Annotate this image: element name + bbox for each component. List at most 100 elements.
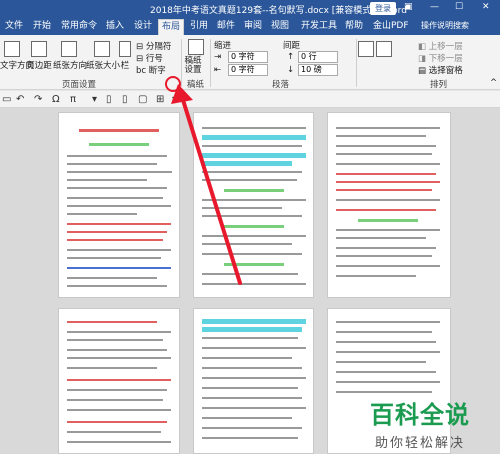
text-line — [67, 163, 157, 165]
text-line — [336, 391, 432, 393]
text-line — [89, 143, 149, 146]
ribbon-display-icon[interactable]: ▣ — [404, 2, 413, 12]
tab-references[interactable]: 引用 — [187, 19, 211, 35]
tab-help[interactable]: 帮助 — [342, 19, 366, 35]
size-button[interactable]: 纸张大小 — [86, 41, 120, 71]
space-after-input[interactable]: 10 磅 — [298, 64, 338, 76]
text-line — [67, 389, 167, 391]
text-line — [67, 155, 167, 157]
page-thumbnail-4[interactable] — [58, 308, 180, 454]
watermark-logo-text: 百科全说 — [370, 401, 470, 429]
close-icon[interactable]: ✕ — [482, 2, 490, 12]
formula-icon[interactable]: ▾ — [92, 94, 97, 105]
text-line — [67, 171, 172, 173]
text-line — [67, 231, 167, 233]
columns-icon — [119, 41, 131, 57]
text-line — [67, 379, 171, 381]
login-button[interactable]: 登录 — [370, 2, 396, 15]
indent-label: 缩进 — [214, 41, 232, 51]
text-line — [202, 145, 302, 147]
tell-me-search[interactable]: 操作说明搜索 — [418, 19, 472, 35]
tab-review[interactable]: 审阅 — [241, 19, 265, 35]
tab-file[interactable]: 文件 — [2, 19, 26, 35]
ribbon-tabs: 文件 开始 常用命令 插入 设计 布局 引用 邮件 审阅 视图 开发工具 帮助 … — [0, 17, 500, 35]
page-thumbnail-5[interactable] — [193, 308, 314, 454]
text-line — [67, 257, 161, 259]
customize-qat-icon[interactable]: ▾ — [172, 94, 177, 105]
tab-layout[interactable]: 布局 — [158, 19, 185, 35]
undo-icon[interactable]: ↶ — [16, 94, 24, 105]
wrap-text-icon — [376, 41, 392, 57]
position-button[interactable] — [358, 41, 374, 59]
text-line — [202, 327, 302, 332]
text-direction-button[interactable]: 文字方向 — [0, 41, 34, 71]
text-line — [336, 153, 432, 155]
text-line — [202, 387, 298, 389]
text-line — [336, 265, 440, 267]
watermark: 百科全说 助你轻松解决 — [370, 395, 470, 451]
text-line — [67, 197, 163, 199]
text-line — [336, 127, 440, 129]
orientation-button[interactable]: 纸张方向 — [53, 41, 87, 71]
tab-home[interactable]: 开始 — [30, 19, 54, 35]
text-line — [336, 189, 432, 191]
text-line — [336, 181, 440, 183]
text-line — [67, 187, 167, 189]
text-line — [67, 285, 167, 287]
hyphenation-button[interactable]: bc 断字 — [136, 64, 166, 76]
space-before-input[interactable]: 0 行 — [298, 51, 338, 63]
collapse-ribbon-icon[interactable]: ^ — [490, 78, 497, 88]
page-thumbnail-1[interactable] — [58, 112, 180, 298]
bring-forward-button[interactable]: ◧ 上移一层 — [418, 40, 463, 52]
page-title-line — [79, 129, 159, 132]
document-icon[interactable]: ▯ — [106, 94, 112, 105]
text-line — [202, 127, 306, 129]
tab-design[interactable]: 设计 — [131, 19, 155, 35]
draft-paper-settings-button[interactable]: 稿纸设置 — [183, 39, 209, 75]
equation-icon[interactable]: Ω — [52, 94, 60, 105]
tab-developer[interactable]: 开发工具 — [298, 19, 340, 35]
draft-paper-label: 稿纸设置 — [184, 56, 202, 75]
insert-icon[interactable]: ▢ — [138, 94, 147, 105]
text-line — [202, 427, 302, 429]
wrap-text-button[interactable] — [376, 41, 392, 59]
indent-left-input[interactable]: 0 字符 — [228, 51, 268, 63]
save-icon[interactable]: ▭ — [2, 94, 11, 105]
text-line — [336, 173, 436, 175]
text-line — [202, 153, 306, 158]
minimize-icon[interactable]: — — [430, 2, 439, 12]
text-line — [202, 437, 298, 439]
margins-button[interactable]: 页边距 — [26, 41, 52, 71]
text-line — [202, 135, 306, 140]
tab-kingsoft-pdf[interactable]: 金山PDF — [370, 19, 412, 35]
tab-view[interactable]: 视图 — [268, 19, 292, 35]
text-line — [336, 229, 440, 231]
breaks-label: 分隔符 — [145, 42, 172, 52]
pi-icon[interactable]: π — [70, 94, 76, 105]
text-line — [202, 397, 302, 399]
text-line — [67, 339, 163, 341]
page-thumbnail-3[interactable] — [327, 112, 451, 298]
text-line — [202, 243, 292, 245]
tab-mailings[interactable]: 邮件 — [214, 19, 238, 35]
tab-common-commands[interactable]: 常用命令 — [58, 19, 100, 35]
text-line — [67, 223, 171, 225]
send-backward-button[interactable]: ◨ 下移一层 — [418, 52, 463, 64]
page-thumbnail-2[interactable] — [193, 112, 314, 298]
indent-right-input[interactable]: 0 字符 — [228, 64, 268, 76]
text-line — [202, 347, 306, 349]
tab-insert[interactable]: 插入 — [103, 19, 127, 35]
text-line — [202, 171, 302, 173]
maximize-icon[interactable]: ☐ — [455, 2, 463, 12]
page-icon[interactable]: ▯ — [122, 94, 128, 105]
text-line — [336, 199, 440, 201]
table-icon[interactable]: ⊞ — [156, 94, 164, 105]
redo-icon[interactable]: ↷ — [34, 94, 42, 105]
text-line — [336, 361, 426, 363]
line-numbers-button[interactable]: ⊟ 行号 — [136, 52, 163, 64]
columns-button[interactable]: 栏 — [118, 41, 132, 71]
text-line — [202, 337, 298, 339]
text-line — [202, 207, 282, 209]
selection-pane-button[interactable]: ▤ 选择窗格 — [418, 64, 463, 76]
breaks-button[interactable]: ⊟ 分隔符 — [136, 40, 171, 52]
